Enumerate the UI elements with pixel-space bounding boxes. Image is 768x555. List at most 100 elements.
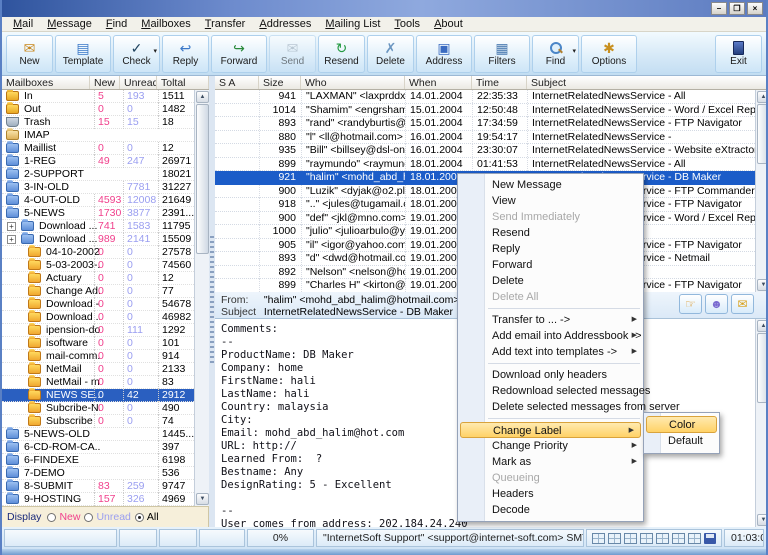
menu-item-change-label[interactable]: Change Label▶ <box>460 422 641 438</box>
menu-item-add-email-into-addressbook[interactable]: Add email into Addressbook ->▶ <box>458 328 643 344</box>
scroll-up-icon[interactable]: ▲ <box>757 320 768 332</box>
column-header-toltal[interactable]: Toltal <box>157 76 209 89</box>
message-row[interactable]: 893"rand" <randyburtis@yah15.01.200417:3… <box>215 117 755 131</box>
menu-transfer[interactable]: Transfer <box>198 18 253 30</box>
menu-item-mark-as[interactable]: Mark as▶ <box>458 454 643 470</box>
forward-button[interactable]: ↪Forward <box>211 35 267 73</box>
menu-message[interactable]: Message <box>40 18 99 30</box>
mailbox-item-6-findexe[interactable]: 6-FINDEXE6198 <box>2 454 194 467</box>
menu-item-resend[interactable]: Resend <box>458 225 643 241</box>
close-button[interactable]: × <box>747 2 763 15</box>
mailbox-icon[interactable] <box>731 294 754 314</box>
layout-grid-icon[interactable] <box>624 533 637 544</box>
message-row[interactable]: 941"LAXMAN" <laxprddxb@14.01.200422:35:3… <box>215 90 755 104</box>
layout-grid-icon[interactable] <box>656 533 669 544</box>
scroll-up-icon[interactable]: ▲ <box>196 91 209 103</box>
display-option-unread[interactable]: Unread <box>84 511 130 523</box>
save-icon[interactable] <box>704 533 716 544</box>
reply-button[interactable]: ↩Reply <box>162 35 209 73</box>
splitter-grip-icon[interactable] <box>210 236 214 366</box>
resend-button[interactable]: ↻Resend <box>318 35 365 73</box>
mailbox-item-trash[interactable]: Trash151518 <box>2 116 194 129</box>
hand-icon[interactable] <box>679 294 702 314</box>
menu-mailing-list[interactable]: Mailing List <box>318 18 387 30</box>
template-button[interactable]: ▤Template <box>55 35 111 73</box>
column-header-size[interactable]: Size <box>259 76 301 89</box>
menu-item-new-message[interactable]: New Message <box>458 177 643 193</box>
menu-item-delete[interactable]: Delete <box>458 273 643 289</box>
mailbox-item-1-reg[interactable]: 1-REG4924726971 <box>2 155 194 168</box>
restore-button[interactable]: ❐ <box>729 2 745 15</box>
minimize-button[interactable]: – <box>711 2 727 15</box>
mailbox-item-download[interactable]: +Download ...741158311795 <box>2 220 194 233</box>
column-header-who[interactable]: Who <box>301 76 405 89</box>
layout-grid-icon[interactable] <box>608 533 621 544</box>
layout-grid-icon[interactable] <box>592 533 605 544</box>
mailbox-item-in[interactable]: In51931511 <box>2 90 194 103</box>
menu-addresses[interactable]: Addresses <box>252 18 318 30</box>
mailbox-item-8-submit[interactable]: 8-SUBMIT832599747 <box>2 480 194 493</box>
menu-item-reply[interactable]: Reply <box>458 241 643 257</box>
menu-item-delete-all[interactable]: Delete All <box>458 289 643 305</box>
column-header-new[interactable]: New <box>90 76 120 89</box>
menu-item-queueing[interactable]: Queueing <box>458 470 643 486</box>
submenu-item-default[interactable]: Default <box>644 433 719 450</box>
mailbox-item-imap[interactable]: IMAP <box>2 129 194 142</box>
mailbox-item-2-support[interactable]: 2-SUPPORT18021 <box>2 168 194 181</box>
menu-item-redownload-selected-messages[interactable]: Redownload selected messages <box>458 383 643 399</box>
preview-scrollbar[interactable]: ▲ ▼ <box>755 319 768 527</box>
title-bar[interactable]: – ❐ × <box>2 0 766 17</box>
menu-item-delete-selected-messages-from-server[interactable]: Delete selected messages from server <box>458 399 643 415</box>
dropdown-arrow-icon[interactable]: ▾ <box>572 47 576 55</box>
menu-tools[interactable]: Tools <box>387 18 427 30</box>
options-button[interactable]: ✱Options <box>581 35 637 73</box>
submenu-item-color[interactable]: Color <box>646 416 717 433</box>
menu-item-headers[interactable]: Headers <box>458 486 643 502</box>
layout-grid-icon[interactable] <box>688 533 701 544</box>
mailbox-item-maillist[interactable]: Maillist0012 <box>2 142 194 155</box>
new-button[interactable]: ✉New <box>6 35 53 73</box>
scrollbar-thumb[interactable] <box>757 104 768 164</box>
scroll-up-icon[interactable]: ▲ <box>757 91 768 103</box>
column-header-unread[interactable]: Unread <box>120 76 157 89</box>
mailbox-item-3-in-old[interactable]: 3-IN-OLD778131227 <box>2 181 194 194</box>
mailbox-item-9-hosting[interactable]: 9-HOSTING1573264969 <box>2 493 194 506</box>
mailbox-item-6-cd-rom-ca[interactable]: 6-CD-ROM-CA...397 <box>2 441 194 454</box>
display-option-all[interactable]: All <box>135 511 159 523</box>
layout-grid-icon[interactable] <box>640 533 653 544</box>
find-button[interactable]: ▾Find <box>532 35 579 73</box>
expand-icon[interactable]: + <box>7 222 16 231</box>
column-header-mailboxes[interactable]: Mailboxes <box>2 76 90 89</box>
column-header-time[interactable]: Time <box>472 76 527 89</box>
mailbox-item-out[interactable]: Out001482 <box>2 103 194 116</box>
message-row[interactable]: 1014"Shamim" <engrshamim@15.01.200412:50… <box>215 104 755 118</box>
message-row[interactable]: 935"Bill" <billsey@dsl-only.ne16.01.2004… <box>215 144 755 158</box>
mailbox-item-4-out-old[interactable]: 4-OUT-OLD45931200821649 <box>2 194 194 207</box>
menu-find[interactable]: Find <box>99 18 134 30</box>
menu-mailboxes[interactable]: Mailboxes <box>134 18 198 30</box>
menu-item-forward[interactable]: Forward <box>458 257 643 273</box>
exit-button[interactable]: Exit <box>715 35 762 73</box>
message-list-scrollbar[interactable]: ▲ ▼ <box>755 90 768 292</box>
message-row[interactable]: 899"raymundo" <raymundod18.01.200401:41:… <box>215 158 755 172</box>
column-header-when[interactable]: When <box>405 76 472 89</box>
radio-icon[interactable] <box>84 513 93 522</box>
radio-icon[interactable] <box>135 513 144 522</box>
dropdown-arrow-icon[interactable]: ▾ <box>153 47 157 55</box>
mailbox-item-5-news-old[interactable]: 5-NEWS-OLD1445... <box>2 428 194 441</box>
face-icon[interactable] <box>705 294 728 314</box>
layout-grid-icon[interactable] <box>672 533 685 544</box>
mailbox-item-subscribe[interactable]: Subscribe0074 <box>2 415 194 428</box>
message-row[interactable]: 880"l" <ll@hotmail.com>16.01.200419:54:1… <box>215 131 755 145</box>
scroll-down-icon[interactable]: ▼ <box>196 493 209 505</box>
scroll-down-icon[interactable]: ▼ <box>757 514 768 526</box>
send-button[interactable]: ✉Send <box>269 35 316 73</box>
column-header-s-a[interactable]: S A <box>215 76 259 89</box>
mailbox-scrollbar[interactable]: ▲ ▼ <box>194 90 209 506</box>
mailbox-item-5-news[interactable]: 5-NEWS173038772391... <box>2 207 194 220</box>
menu-mail[interactable]: Mail <box>6 18 40 30</box>
expand-icon[interactable]: + <box>7 235 16 244</box>
delete-button[interactable]: ✗Delete <box>367 35 414 73</box>
radio-icon[interactable] <box>47 513 56 522</box>
menu-item-add-text-into-templates[interactable]: Add text into templates ->▶ <box>458 344 643 360</box>
